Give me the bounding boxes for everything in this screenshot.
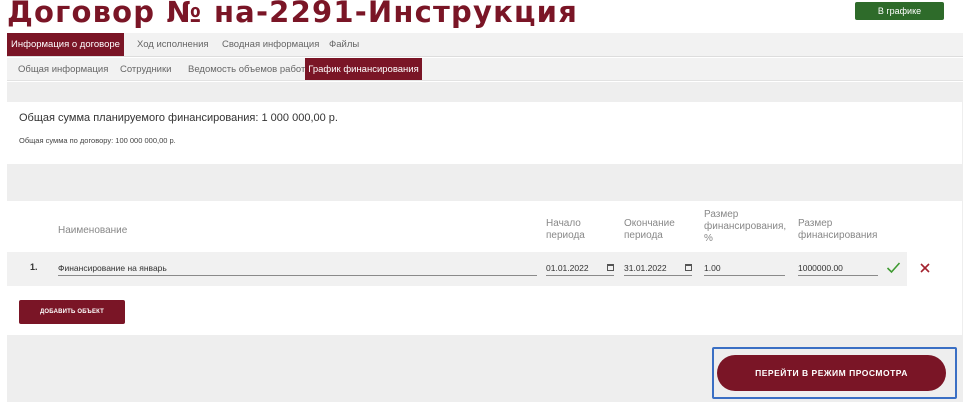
header-amount: Размер финансирования xyxy=(798,218,878,241)
header-percent: Размер финансирования,% xyxy=(704,209,787,244)
financing-table-card: Наименование Начало периода Окончание пери… xyxy=(7,201,962,335)
tab-files[interactable]: Файлы xyxy=(329,33,359,56)
subtab-work-volumes[interactable]: Ведомость объемов работ xyxy=(188,58,305,80)
close-icon[interactable] xyxy=(918,261,932,275)
start-date-input[interactable]: 01.01.2022 xyxy=(546,261,614,276)
header-end-period: Окончание периода xyxy=(624,218,675,241)
planned-total-text: Общая сумма планируемого финансирования:… xyxy=(19,112,338,124)
sub-tab-bar: Общая информация Сотрудники Ведомость об… xyxy=(7,58,963,81)
subtab-employees[interactable]: Сотрудники xyxy=(120,58,171,80)
calendar-icon[interactable] xyxy=(685,264,692,271)
main-tab-bar: Информация о договоре Ход исполнения Сво… xyxy=(7,33,963,57)
percent-input[interactable]: 1.00 xyxy=(704,261,785,276)
table-row: 1. Финансирование на январь 01.01.2022 3… xyxy=(7,252,907,286)
add-object-button[interactable]: ДОБАВИТЬ ОБЪЕКТ xyxy=(19,300,125,324)
header-name: Наименование xyxy=(58,225,128,236)
header-start-period: Начало периода xyxy=(546,218,585,241)
row-name-input[interactable]: Финансирование на январь xyxy=(58,261,537,276)
contract-total-text: Общая сумма по договору: 100 000 000,00 … xyxy=(19,136,176,145)
row-number: 1. xyxy=(30,262,38,272)
check-icon[interactable] xyxy=(886,260,901,275)
tab-summary[interactable]: Сводная информация xyxy=(222,33,319,56)
status-badge-button[interactable]: В графике xyxy=(855,2,944,20)
subtab-financing-schedule[interactable]: График финансирования xyxy=(305,58,422,80)
tab-contract-info[interactable]: Информация о договоре xyxy=(7,33,124,56)
page-title: Договор № на-2291-Инструкция xyxy=(7,0,579,29)
amount-input[interactable]: 1000000.00 xyxy=(798,261,878,276)
end-date-input[interactable]: 31.01.2022 xyxy=(624,261,692,276)
tab-progress[interactable]: Ход исполнения xyxy=(137,33,209,56)
subtab-general-info[interactable]: Общая информация xyxy=(18,58,108,80)
view-mode-button[interactable]: ПЕРЕЙТИ В РЕЖИМ ПРОСМОТРА xyxy=(717,355,946,391)
summary-card: Общая сумма планируемого финансирования:… xyxy=(7,102,962,164)
calendar-icon[interactable] xyxy=(607,264,614,271)
